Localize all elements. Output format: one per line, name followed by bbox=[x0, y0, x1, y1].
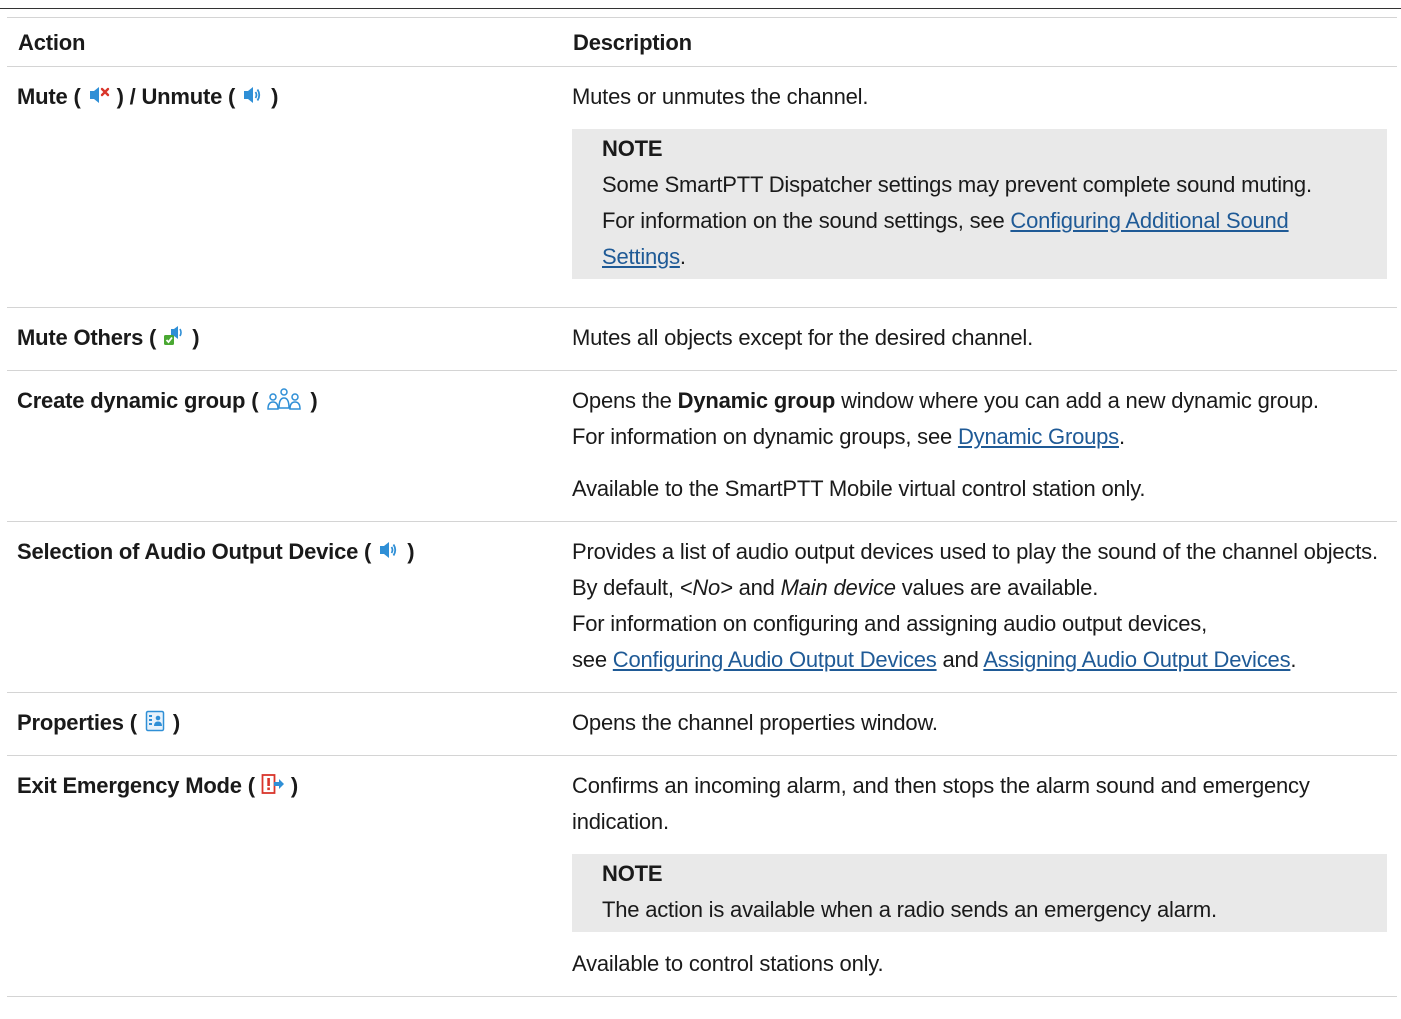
description-text-part: For information on dynamic groups, see bbox=[572, 424, 958, 449]
table-header-row: Action Description bbox=[7, 18, 1397, 67]
description-text-part: values are available. bbox=[895, 575, 1099, 600]
top-rule bbox=[0, 8, 1401, 9]
description-text-part: Opens the bbox=[572, 388, 678, 413]
audio-output-icon bbox=[377, 538, 401, 562]
exit-emergency-icon bbox=[261, 772, 285, 796]
description-bold-term: Dynamic group bbox=[677, 388, 836, 413]
description-text-part: see bbox=[572, 647, 613, 672]
action-label: Mute ( bbox=[17, 84, 81, 109]
speaker-icon bbox=[241, 83, 265, 107]
note-text: The action is available when a radio sen… bbox=[602, 897, 1217, 922]
properties-icon bbox=[143, 709, 167, 733]
description-cell: Mutes or unmutes the channel. NOTE Some … bbox=[562, 66, 1397, 308]
action-cell-mute: Mute ( ) / Unmute () bbox=[7, 66, 562, 308]
link-dynamic-groups[interactable]: Dynamic Groups bbox=[958, 424, 1119, 449]
action-label: Selection of Audio Output Device ( bbox=[17, 539, 372, 564]
column-header-action: Action bbox=[7, 18, 562, 67]
action-label-end: ) bbox=[290, 773, 299, 798]
description-cell: Mutes all objects except for the desired… bbox=[562, 307, 1397, 371]
description-text-part: and bbox=[936, 647, 984, 672]
description-text-part: . bbox=[1290, 647, 1297, 672]
description-italic-term: Main device bbox=[780, 575, 896, 600]
description-cell: Confirms an incoming alarm, and then sto… bbox=[562, 755, 1397, 997]
description-text-part: . bbox=[1118, 424, 1125, 449]
action-label-end: ) bbox=[310, 388, 318, 413]
action-label: Mute Others ( bbox=[17, 325, 157, 350]
action-label: Properties ( bbox=[17, 710, 137, 735]
note-text-end: . bbox=[679, 244, 686, 269]
mute-others-icon bbox=[162, 324, 186, 348]
description-cell: Opens the channel properties window. bbox=[562, 692, 1397, 756]
dynamic-group-icon bbox=[264, 387, 304, 411]
description-cell: Provides a list of audio output devices … bbox=[562, 521, 1397, 693]
description-text: Available to control stations only. bbox=[572, 951, 884, 976]
action-cell-mute-others: Mute Others ( ) bbox=[7, 307, 562, 371]
description-text: Available to the SmartPTT Mobile virtual… bbox=[572, 476, 1146, 501]
description-text-part: window where you can add a new dynamic g… bbox=[835, 388, 1319, 413]
description-text: Opens the Dynamic group window where you… bbox=[572, 383, 1386, 455]
description-text: Provides a list of audio output devices … bbox=[572, 534, 1386, 678]
table-row: Selection of Audio Output Device ( ) Pro… bbox=[7, 521, 1397, 693]
action-label-end: ) bbox=[192, 325, 200, 350]
link-assigning-audio-output-devices[interactable]: Assigning Audio Output Devices bbox=[983, 647, 1290, 672]
description-italic-term: <No> bbox=[679, 575, 733, 600]
description-text: Confirms an incoming alarm, and then sto… bbox=[572, 773, 1310, 834]
table-row: Mute ( ) / Unmute () Mutes or unmutes t… bbox=[7, 66, 1397, 308]
link-configuring-audio-output-devices[interactable]: Configuring Audio Output Devices bbox=[613, 647, 937, 672]
note-box: NOTE Some SmartPTT Dispatcher settings m… bbox=[572, 129, 1387, 279]
note-text: For information on the sound settings, s… bbox=[602, 208, 1011, 233]
description-text-part: For information on configuring and assig… bbox=[572, 611, 1207, 636]
note-text: Some SmartPTT Dispatcher settings may pr… bbox=[602, 172, 1312, 197]
table-row: Properties ( ) Opens the channel propert… bbox=[7, 692, 1397, 756]
description-text: Mutes all objects except for the desired… bbox=[572, 325, 1034, 350]
action-cell-properties: Properties ( ) bbox=[7, 692, 562, 756]
note-title: NOTE bbox=[602, 861, 663, 886]
column-header-description: Description bbox=[562, 18, 1397, 67]
table-row: Create dynamic group ( ) Opens the Dynam… bbox=[7, 370, 1397, 522]
description-text-part: and bbox=[732, 575, 781, 600]
note-box: NOTE The action is available when a radi… bbox=[572, 854, 1387, 932]
action-label-end: ) bbox=[407, 539, 415, 564]
action-cell-exit-emergency-mode: Exit Emergency Mode ( ) bbox=[7, 755, 562, 997]
action-cell-audio-output-device: Selection of Audio Output Device ( ) bbox=[7, 521, 562, 693]
action-label-end: ) bbox=[172, 710, 180, 735]
actions-table: Action Description Mute ( ) / Unmute ()… bbox=[7, 18, 1397, 997]
action-label-end: ) bbox=[271, 84, 279, 109]
table-row: Mute Others ( ) Mutes all objects except… bbox=[7, 307, 1397, 371]
description-text: Mutes or unmutes the channel. bbox=[572, 84, 869, 109]
description-text: Opens the channel properties window. bbox=[572, 710, 938, 735]
description-cell: Opens the Dynamic group window where you… bbox=[562, 370, 1397, 522]
speaker-muted-icon bbox=[87, 83, 111, 107]
action-cell-create-dynamic-group: Create dynamic group ( ) bbox=[7, 370, 562, 522]
action-label: Create dynamic group ( bbox=[17, 388, 259, 413]
action-label-separator: ) / Unmute ( bbox=[116, 84, 236, 109]
table-row: Exit Emergency Mode ( ) Confirms an inco… bbox=[7, 755, 1397, 997]
note-title: NOTE bbox=[602, 136, 663, 161]
action-label: Exit Emergency Mode ( bbox=[17, 773, 255, 798]
